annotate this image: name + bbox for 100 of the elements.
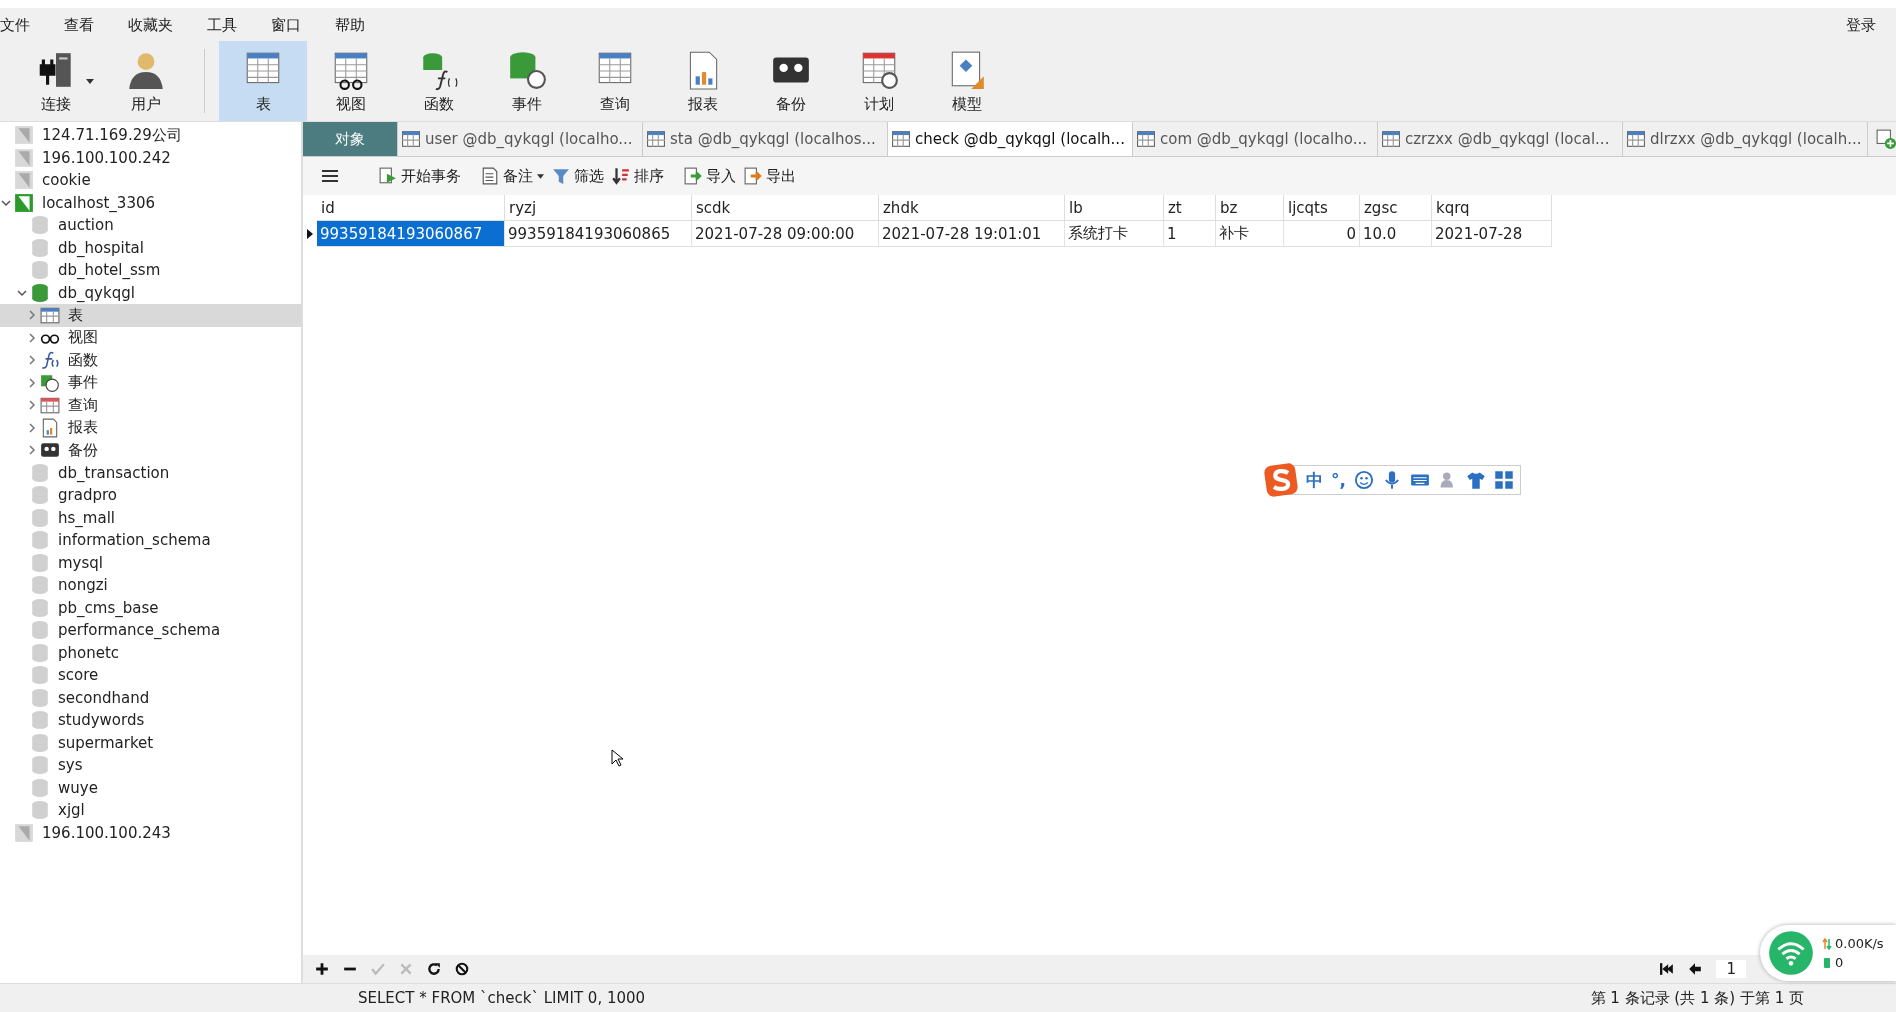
chevron-icon[interactable]: [26, 331, 38, 344]
tree-item[interactable]: phonetc: [0, 641, 301, 664]
tab[interactable]: check @db_qykqgl (localh...: [888, 122, 1133, 156]
tree-item[interactable]: secondhand: [0, 686, 301, 709]
dropdown-caret-icon[interactable]: [86, 78, 94, 84]
table-cell[interactable]: 0: [1284, 221, 1360, 247]
stop-icon[interactable]: [455, 962, 469, 976]
toolbar-button[interactable]: 事件: [483, 41, 571, 121]
tree-item[interactable]: studywords: [0, 709, 301, 732]
tree-item[interactable]: 备份: [0, 439, 301, 462]
tab[interactable]: czrzxx @db_qykqgl (local...: [1378, 122, 1623, 156]
tree-item[interactable]: performance_schema: [0, 619, 301, 642]
tree-item[interactable]: 196.100.100.242: [0, 146, 301, 169]
toolbar-button[interactable]: 排序: [608, 164, 668, 188]
toolbar-button[interactable]: 函数: [395, 41, 483, 121]
tree-item[interactable]: localhost_3306: [0, 191, 301, 214]
menu-item[interactable]: 查看: [64, 15, 94, 35]
previous-page-icon[interactable]: [1688, 962, 1703, 976]
toolbar-button[interactable]: 计划: [835, 41, 923, 121]
tree-item[interactable]: information_schema: [0, 529, 301, 552]
column-header[interactable]: kqrq: [1432, 195, 1552, 221]
table-cell[interactable]: 2021-07-28 19:01:01: [879, 221, 1065, 247]
toolbar-button[interactable]: 用户: [102, 41, 190, 121]
tree-item[interactable]: 函数: [0, 349, 301, 372]
toolbar-button[interactable]: 连接: [12, 41, 100, 121]
tree-item[interactable]: db_transaction: [0, 461, 301, 484]
tree-item[interactable]: db_hotel_ssm: [0, 259, 301, 282]
column-header[interactable]: bz: [1216, 195, 1284, 221]
table-cell[interactable]: 补卡: [1216, 221, 1284, 247]
column-header[interactable]: ljcqts: [1284, 195, 1360, 221]
table-cell[interactable]: 2021-07-28 09:00:00: [692, 221, 879, 247]
toolbar-button[interactable]: 导入: [680, 164, 740, 188]
tree-item[interactable]: 124.71.169.29公司: [0, 124, 301, 147]
table-cell[interactable]: 99359184193060865: [505, 221, 692, 247]
column-header[interactable]: zt: [1164, 195, 1216, 221]
toolbar-button[interactable]: 查询: [571, 41, 659, 121]
tree-item[interactable]: gradpro: [0, 484, 301, 507]
column-header[interactable]: lb: [1065, 195, 1164, 221]
tree-item[interactable]: sys: [0, 754, 301, 777]
column-header[interactable]: scdk: [692, 195, 879, 221]
ime-symbol[interactable]: 中: [1306, 468, 1323, 492]
tree-item[interactable]: db_qykqgl: [0, 281, 301, 304]
tree-item[interactable]: 事件: [0, 371, 301, 394]
tree-item[interactable]: auction: [0, 214, 301, 237]
chevron-icon[interactable]: [26, 421, 38, 434]
chevron-icon[interactable]: [26, 444, 38, 457]
toolbar-button[interactable]: 报表: [659, 41, 747, 121]
login-link[interactable]: 登录: [1846, 15, 1876, 35]
table-cell[interactable]: 1: [1164, 221, 1216, 247]
chevron-icon[interactable]: [26, 399, 38, 412]
tab[interactable]: com @db_qykqgl (localho...: [1133, 122, 1378, 156]
page-number-field[interactable]: 1: [1716, 960, 1746, 978]
column-header[interactable]: zhdk: [879, 195, 1065, 221]
tab[interactable]: sta @db_qykqgl (localhos...: [643, 122, 888, 156]
tab[interactable]: user @db_qykqgl (localho...: [398, 122, 643, 156]
toolbar-button[interactable]: 模型: [923, 41, 1011, 121]
toolbar-button[interactable]: 筛选: [548, 164, 608, 188]
tree-item[interactable]: pb_cms_base: [0, 596, 301, 619]
column-header[interactable]: ryzj: [505, 195, 692, 221]
menu-item[interactable]: 文件: [0, 15, 30, 35]
toolbar-button[interactable]: 表: [219, 41, 307, 121]
menu-item[interactable]: 窗口: [271, 15, 301, 35]
tab[interactable]: 对象: [303, 122, 398, 156]
tree-item[interactable]: 表: [0, 304, 301, 327]
toolbar-button[interactable]: 备份: [747, 41, 835, 121]
tree-item[interactable]: mysql: [0, 551, 301, 574]
ime-symbol[interactable]: °,: [1331, 470, 1346, 490]
chevron-icon[interactable]: [26, 354, 38, 367]
table-cell[interactable]: 99359184193060867: [317, 221, 505, 247]
refresh-icon[interactable]: [427, 962, 441, 976]
tree-item[interactable]: supermarket: [0, 731, 301, 754]
tab[interactable]: dlrzxx @db_qykqgl (localh...: [1623, 122, 1868, 156]
toolbar-button[interactable]: 开始事务: [375, 164, 465, 188]
tree-item[interactable]: wuye: [0, 776, 301, 799]
toolbar-button[interactable]: 备注: [477, 164, 537, 188]
tree-item[interactable]: hs_mall: [0, 506, 301, 529]
first-page-icon[interactable]: [1660, 962, 1675, 976]
chevron-icon[interactable]: [26, 376, 38, 389]
table-cell[interactable]: 系统打卡: [1065, 221, 1164, 247]
table-cell[interactable]: 10.0: [1360, 221, 1432, 247]
smiley-icon[interactable]: [1353, 470, 1374, 490]
shirt-icon[interactable]: [1465, 470, 1486, 490]
tree-item[interactable]: nongzi: [0, 574, 301, 597]
grid-icon[interactable]: [1493, 470, 1514, 490]
tree-item[interactable]: cookie: [0, 169, 301, 192]
dropdown-caret-icon[interactable]: [537, 173, 544, 179]
tree-item[interactable]: db_hospital: [0, 236, 301, 259]
table-cell[interactable]: 2021-07-28: [1432, 221, 1552, 247]
tree-item[interactable]: 视图: [0, 326, 301, 349]
menu-item[interactable]: 帮助: [335, 15, 365, 35]
tree-item[interactable]: 查询: [0, 394, 301, 417]
new-tab-icon[interactable]: [1876, 129, 1896, 149]
check-icon[interactable]: [371, 962, 385, 976]
tree-item[interactable]: 196.100.100.243: [0, 821, 301, 844]
tree-item[interactable]: score: [0, 664, 301, 687]
menu-item[interactable]: 工具: [207, 15, 237, 35]
tree-item[interactable]: xjgl: [0, 799, 301, 822]
tree-item[interactable]: 报表: [0, 416, 301, 439]
chevron-icon[interactable]: [26, 309, 38, 322]
menu-item[interactable]: 收藏夹: [128, 15, 173, 35]
